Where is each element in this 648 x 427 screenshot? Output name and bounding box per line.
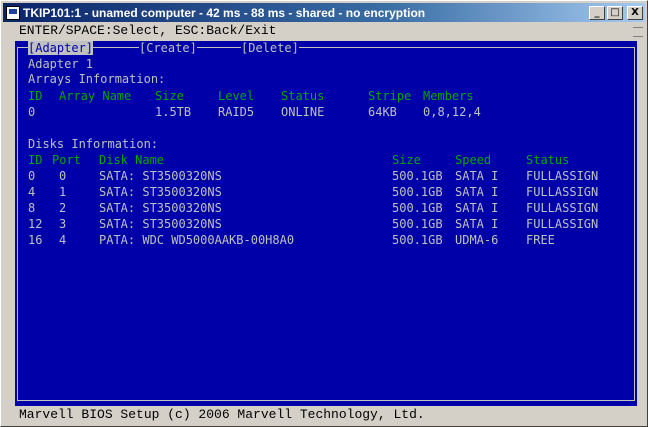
tab-create[interactable]: [Create] <box>139 41 197 55</box>
disk-speed: SATA I <box>455 217 499 231</box>
disk-name: SATA: ST3500320NS <box>99 201 222 215</box>
disk-port: 0 <box>59 169 67 183</box>
vertical-scrollbar[interactable] <box>637 41 645 406</box>
array-stripe: 64KB <box>368 105 397 119</box>
disk-id: 12 <box>28 217 43 231</box>
tab-adapter[interactable]: [Adapter] <box>28 41 94 55</box>
array-header-members: Members <box>423 89 474 103</box>
disk-header-speed: Speed <box>455 153 492 167</box>
disk-header-id: ID <box>28 153 43 167</box>
array-header-level: Level <box>218 89 255 103</box>
grip-icon <box>633 27 643 37</box>
disk-speed: SATA I <box>455 169 499 183</box>
disks-heading: Disks Information: <box>28 137 159 151</box>
close-button[interactable]: X <box>627 5 643 20</box>
disk-id: 4 <box>28 185 36 199</box>
array-level: RAID5 <box>218 105 255 119</box>
disk-header-size: Size <box>392 153 421 167</box>
adapter-name: Adapter 1 <box>28 57 94 71</box>
disk-size: 500.1GB <box>392 201 443 215</box>
array-header-size: Size <box>155 89 184 103</box>
array-id: 0 <box>28 105 36 119</box>
disk-speed: SATA I <box>455 201 499 215</box>
disk-name: PATA: WDC WD5000AAKB-00H8A0 <box>99 233 295 247</box>
disk-id: 16 <box>28 233 43 247</box>
bios-status-bar: Marvell BIOS Setup (c) 2006 Marvell Tech… <box>15 406 637 424</box>
disk-header-name: Disk Name <box>99 153 165 167</box>
array-status: ONLINE <box>281 105 325 119</box>
key-hint: ENTER/SPACE:Select, ESC:Back/Exit <box>19 23 277 38</box>
disk-status: FREE <box>526 233 555 247</box>
bios-hint-bar: ENTER/SPACE:Select, ESC:Back/Exit <box>3 23 645 39</box>
disk-status: FULLASSIGN <box>526 201 599 215</box>
disk-port: 4 <box>59 233 67 247</box>
disk-name: SATA: ST3500320NS <box>99 217 222 231</box>
disk-id: 0 <box>28 169 36 183</box>
arrays-heading: Arrays Information: <box>28 72 166 86</box>
array-size: 1.5TB <box>155 105 192 119</box>
app-icon[interactable] <box>6 5 20 20</box>
disk-name: SATA: ST3500320NS <box>99 185 222 199</box>
disk-size: 500.1GB <box>392 217 443 231</box>
disk-status: FULLASSIGN <box>526 217 599 231</box>
disk-port: 1 <box>59 185 67 199</box>
disk-size: 500.1GB <box>392 169 443 183</box>
copyright-text: Marvell BIOS Setup (c) 2006 Marvell Tech… <box>19 407 425 422</box>
array-header-stripe: Stripe <box>368 89 412 103</box>
disk-status: FULLASSIGN <box>526 185 599 199</box>
array-header-id: ID <box>28 89 43 103</box>
disk-speed: SATA I <box>455 185 499 199</box>
disk-size: 500.1GB <box>392 185 443 199</box>
title-bar[interactable]: TKIP101:1 - unamed computer - 42 ms - 88… <box>3 3 645 22</box>
disk-status: FULLASSIGN <box>526 169 599 183</box>
disk-header-port: Port <box>52 153 81 167</box>
disk-port: 2 <box>59 201 67 215</box>
disk-port: 3 <box>59 217 67 231</box>
disk-size: 500.1GB <box>392 233 443 247</box>
disk-header-status: Status <box>526 153 570 167</box>
disk-id: 8 <box>28 201 36 215</box>
bios-screen[interactable]: [Adapter] [Create] [Delete] Adapter 1 Ar… <box>15 41 637 406</box>
vnc-window: TKIP101:1 - unamed computer - 42 ms - 88… <box>0 0 648 427</box>
maximize-button[interactable]: □ <box>607 5 623 20</box>
array-header-name: Array Name <box>59 89 132 103</box>
window-title: TKIP101:1 - unamed computer - 42 ms - 88… <box>23 5 426 20</box>
array-members: 0,8,12,4 <box>423 105 481 119</box>
minimize-button[interactable]: _ <box>589 5 605 20</box>
array-header-status: Status <box>281 89 325 103</box>
disk-speed: UDMA-6 <box>455 233 499 247</box>
tab-delete[interactable]: [Delete] <box>241 41 299 55</box>
disk-name: SATA: ST3500320NS <box>99 169 222 183</box>
